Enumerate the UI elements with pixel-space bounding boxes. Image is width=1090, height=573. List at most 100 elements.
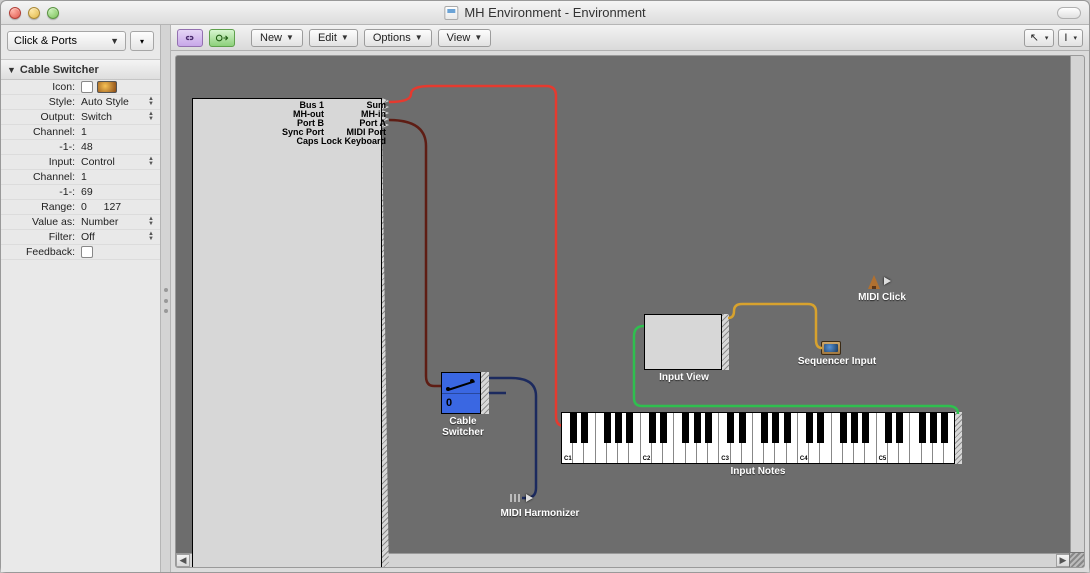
inspector-panel: Click & Ports ▼ ▾ ▼ Cable Switcher Icon:… — [1, 25, 161, 572]
environment-canvas[interactable]: Sum MH-in Port A MIDI Port Caps Lock Key… — [176, 56, 1070, 553]
piano-black-key[interactable] — [705, 413, 712, 443]
panel-divider[interactable] — [161, 25, 171, 572]
window-titlebar: MH Environment - Environment — [1, 1, 1089, 25]
param-label-output: Output: — [1, 111, 79, 123]
minimize-window-button[interactable] — [28, 7, 40, 19]
link-icon — [183, 33, 197, 43]
param-label-neg1b: -1-: — [1, 186, 79, 198]
piano-black-key[interactable] — [941, 413, 948, 443]
physical-input-node[interactable] — [192, 98, 382, 568]
piano-black-key[interactable] — [817, 413, 824, 443]
stepper-icon[interactable]: ▲▼ — [148, 216, 156, 228]
piano-black-key[interactable] — [862, 413, 869, 443]
vertical-scrollbar[interactable] — [1070, 56, 1084, 553]
param-label-channel1: Channel: — [1, 126, 79, 138]
icon-swatch[interactable] — [97, 81, 117, 93]
midi-out-button[interactable] — [209, 29, 235, 47]
piano-black-key[interactable] — [649, 413, 656, 443]
environment-canvas-wrap: Sum MH-in Port A MIDI Port Caps Lock Key… — [175, 55, 1085, 568]
stepper-icon[interactable]: ▲▼ — [148, 156, 156, 168]
metronome-icon — [868, 273, 880, 289]
cable-switcher-value: 0 — [446, 397, 452, 409]
feedback-checkbox[interactable] — [81, 246, 93, 258]
param-value-style[interactable]: Auto Style — [81, 96, 129, 108]
stepper-icon[interactable]: ▲▼ — [148, 96, 156, 108]
text-tool-button[interactable]: I▾ — [1058, 29, 1083, 47]
piano-black-key[interactable] — [739, 413, 746, 443]
param-value-neg1b[interactable]: 69 — [81, 186, 93, 198]
harmonizer-icon — [510, 494, 522, 502]
keyboard-ports-strip[interactable] — [955, 412, 962, 464]
param-label-input: Input: — [1, 156, 79, 168]
input-view-ports-strip[interactable] — [722, 314, 729, 370]
piano-black-key[interactable] — [772, 413, 779, 443]
disclosure-triangle-icon: ▼ — [7, 65, 16, 75]
icon-enable-checkbox[interactable] — [81, 81, 93, 93]
param-value-valueas[interactable]: Number — [81, 216, 118, 228]
midi-click-node[interactable] — [864, 271, 894, 291]
stepper-icon[interactable]: ▲▼ — [148, 231, 156, 243]
piano-black-key[interactable] — [615, 413, 622, 443]
piano-black-key[interactable] — [851, 413, 858, 443]
param-value-neg1a[interactable]: 48 — [81, 141, 93, 153]
piano-black-key[interactable] — [784, 413, 791, 443]
sequencer-input-node[interactable] — [821, 341, 841, 355]
link-mode-button[interactable] — [177, 29, 203, 47]
chevron-down-icon: ▼ — [110, 36, 119, 46]
options-menu-button[interactable]: Options▼ — [364, 29, 432, 47]
piano-black-key[interactable] — [604, 413, 611, 443]
close-window-button[interactable] — [9, 7, 21, 19]
inspector-section-header[interactable]: ▼ Cable Switcher — [1, 60, 160, 80]
piano-black-key[interactable] — [727, 413, 734, 443]
traffic-lights — [9, 7, 59, 19]
param-value-range-min[interactable]: 0 — [81, 201, 87, 213]
piano-black-key[interactable] — [682, 413, 689, 443]
octave-label: C5 — [879, 456, 887, 462]
layer-options-button[interactable]: ▾ — [130, 31, 154, 51]
piano-black-key[interactable] — [694, 413, 701, 443]
midi-harmonizer-node[interactable] — [506, 491, 536, 505]
param-value-output[interactable]: Switch — [81, 111, 112, 123]
octave-label: C3 — [721, 456, 729, 462]
environment-toolbar: New▼ Edit▼ Options▼ View▼ ↖▾ I▾ — [171, 25, 1089, 51]
layer-selector[interactable]: Click & Ports ▼ — [7, 31, 126, 51]
window-title: MH Environment - Environment — [444, 5, 645, 20]
octave-label: C1 — [564, 456, 572, 462]
piano-black-key[interactable] — [626, 413, 633, 443]
input-notes-keyboard[interactable]: C1C2C3C4C5 — [561, 412, 955, 464]
port-label: Caps Lock Keyboard — [296, 137, 386, 146]
piano-black-key[interactable] — [660, 413, 667, 443]
scroll-right-button[interactable]: ▶ — [1056, 554, 1070, 567]
piano-black-key[interactable] — [840, 413, 847, 443]
param-label-style: Style: — [1, 96, 79, 108]
param-value-filter[interactable]: Off — [81, 231, 95, 243]
param-value-channel1[interactable]: 1 — [81, 126, 87, 138]
piano-black-key[interactable] — [581, 413, 588, 443]
param-label-feedback: Feedback: — [1, 246, 79, 258]
stepper-icon[interactable]: ▲▼ — [148, 111, 156, 123]
piano-black-key[interactable] — [806, 413, 813, 443]
new-menu-button[interactable]: New▼ — [251, 29, 303, 47]
param-label-icon: Icon: — [1, 81, 79, 93]
zoom-window-button[interactable] — [47, 7, 59, 19]
param-value-channel2[interactable]: 1 — [81, 171, 87, 183]
document-icon — [444, 6, 458, 20]
edit-menu-button[interactable]: Edit▼ — [309, 29, 358, 47]
piano-black-key[interactable] — [896, 413, 903, 443]
param-value-range-max[interactable]: 127 — [104, 201, 122, 213]
piano-black-key[interactable] — [885, 413, 892, 443]
play-icon — [526, 494, 533, 502]
cable-switcher-ports-strip[interactable] — [481, 372, 489, 414]
piano-black-key[interactable] — [919, 413, 926, 443]
pointer-tool-button[interactable]: ↖▾ — [1024, 29, 1055, 47]
input-view-node[interactable] — [644, 314, 722, 370]
param-value-input[interactable]: Control — [81, 156, 115, 168]
scroll-left-button[interactable]: ◀ — [176, 554, 190, 567]
toolbar-toggle-button[interactable] — [1057, 7, 1081, 19]
piano-black-key[interactable] — [930, 413, 937, 443]
piano-black-key[interactable] — [570, 413, 577, 443]
cable-switcher-node[interactable]: 0 — [441, 372, 481, 414]
midi-out-icon — [215, 33, 229, 43]
view-menu-button[interactable]: View▼ — [438, 29, 492, 47]
piano-black-key[interactable] — [761, 413, 768, 443]
